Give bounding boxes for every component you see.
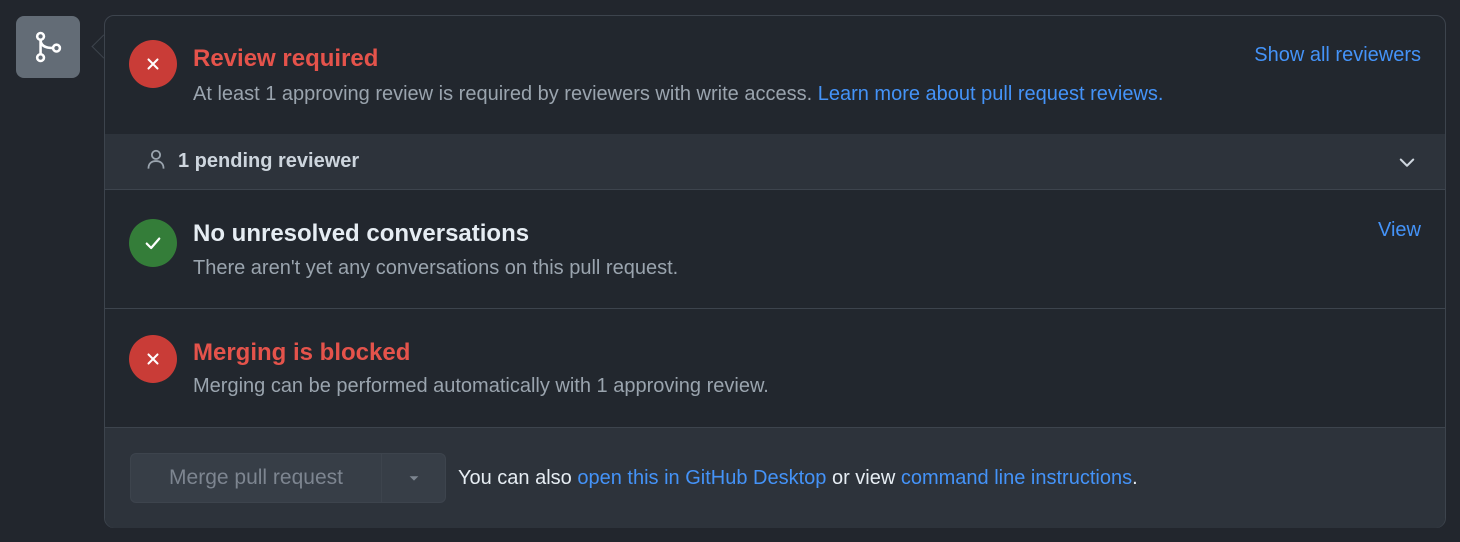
show-all-reviewers-link[interactable]: Show all reviewers (1254, 44, 1421, 67)
check-icon (145, 237, 161, 250)
x-icon (147, 353, 159, 365)
review-required-section: Review required At least 1 approving rev… (105, 16, 1445, 134)
x-icon (147, 58, 159, 70)
merge-button-group: Merge pull request (130, 453, 446, 503)
merge-actions-section: Merge pull request You can also open thi… (105, 428, 1445, 528)
open-github-desktop-link[interactable]: open this in GitHub Desktop (577, 467, 826, 489)
view-conversations-link[interactable]: View (1378, 219, 1421, 242)
merging-blocked-desc: Merging can be performed automatically w… (193, 375, 769, 397)
chevron-down-icon[interactable] (1397, 152, 1417, 172)
conversations-title: No unresolved conversations (193, 220, 530, 247)
alt-text-middle: or view (826, 467, 901, 489)
review-desc-text: At least 1 approving review is required … (193, 83, 818, 105)
alternative-merge-text: You can also open this in GitHub Desktop… (458, 467, 1138, 490)
triangle-down-icon (409, 476, 418, 481)
conversations-section: No unresolved conversations There aren't… (105, 190, 1445, 309)
review-required-desc: At least 1 approving review is required … (193, 83, 1163, 106)
conversations-status-circle (129, 219, 177, 267)
merging-blocked-section: Merging is blocked Merging can be perfor… (105, 309, 1445, 428)
merge-status-circle (129, 335, 177, 383)
conversations-desc: There aren't yet any conversations on th… (193, 257, 679, 279)
merge-method-dropdown[interactable] (382, 454, 445, 502)
merge-status-badge (16, 16, 80, 78)
alt-text-suffix: . (1132, 467, 1138, 489)
learn-more-reviews-link[interactable]: Learn more about pull request reviews. (818, 83, 1164, 105)
merge-box: Review required At least 1 approving rev… (104, 15, 1446, 528)
merge-pull-request-button[interactable]: Merge pull request (131, 454, 382, 502)
pending-reviewers-row[interactable]: 1 pending reviewer (105, 134, 1445, 190)
merging-blocked-title: Merging is blocked (193, 339, 411, 366)
alt-text-prefix: You can also (458, 467, 578, 489)
person-icon (147, 149, 165, 169)
pending-reviewer-label: 1 pending reviewer (178, 150, 360, 172)
git-merge-icon (35, 31, 62, 63)
review-status-circle (129, 40, 177, 88)
review-required-title: Review required (193, 45, 379, 72)
command-line-instructions-link[interactable]: command line instructions (901, 467, 1132, 489)
